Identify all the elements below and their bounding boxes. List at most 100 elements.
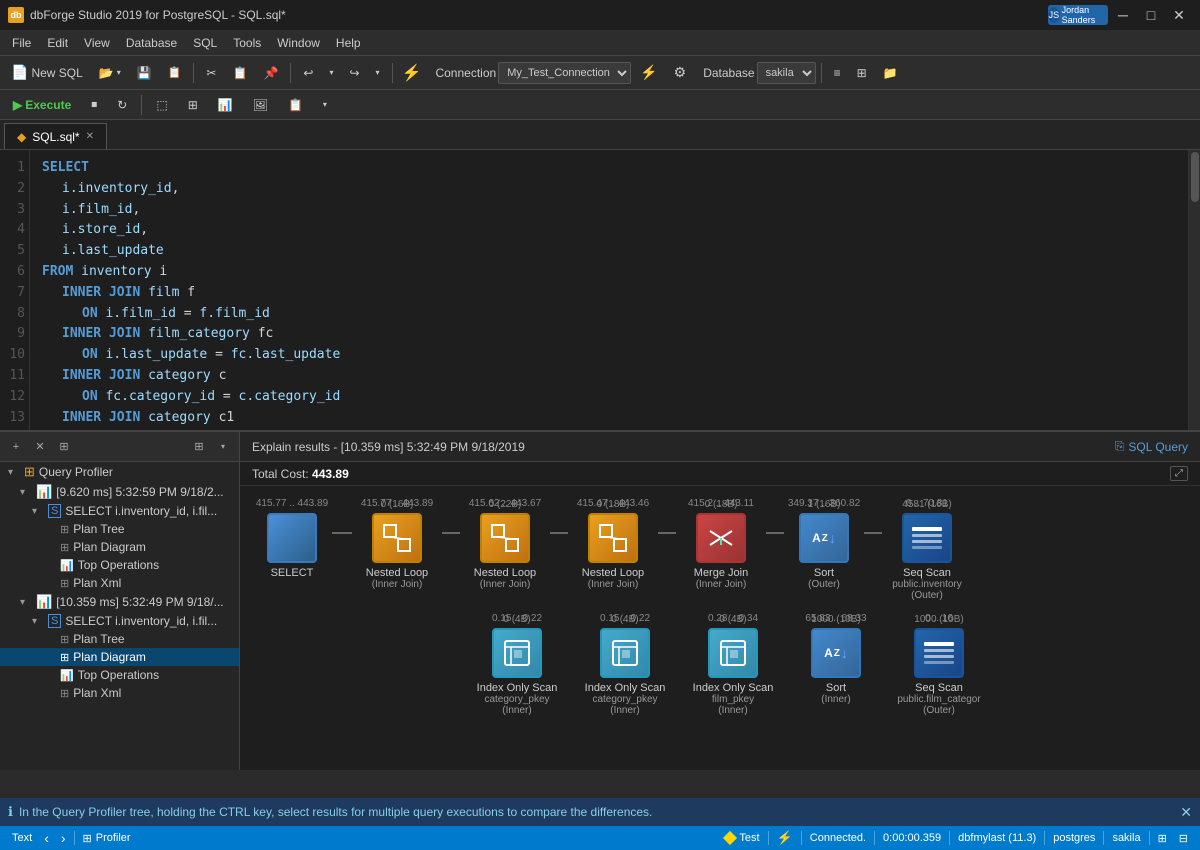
cut-button[interactable]: ✂: [199, 60, 223, 86]
exec-extra-5[interactable]: 📋: [279, 93, 312, 117]
toolbar-extra-1[interactable]: ≡: [827, 60, 848, 86]
tree-item-run1[interactable]: ▾ 📊 [9.620 ms] 5:32:59 PM 9/18/2...: [0, 482, 239, 502]
status-dbfmylast[interactable]: dbfmylast (11.3): [954, 832, 1040, 844]
tab-close-button[interactable]: ✕: [86, 131, 94, 142]
panel-grid-button[interactable]: ⊞: [189, 437, 209, 457]
status-connection-icon[interactable]: ⚡: [773, 830, 797, 846]
new-sql-button[interactable]: 📄 New SQL: [4, 60, 90, 86]
panel-add-button[interactable]: +: [6, 437, 26, 457]
select-icon: S: [48, 504, 61, 518]
tree-arrow-run2: ▾: [20, 597, 32, 608]
h-line-1: [332, 532, 352, 534]
refresh-button[interactable]: ↻: [108, 93, 136, 117]
tab-label: SQL.sql*: [32, 130, 79, 144]
status-test[interactable]: Test: [721, 832, 763, 844]
status-time[interactable]: 0:00:00.359: [879, 832, 945, 844]
maximize-button[interactable]: □: [1138, 5, 1164, 25]
status-arrow-right[interactable]: ›: [57, 830, 70, 846]
toolbar-extra-2[interactable]: ⊞: [850, 60, 874, 86]
stop-button[interactable]: ⏹: [82, 93, 106, 117]
code-content[interactable]: SELECT i.inventory_id, i.film_id, i.stor…: [30, 150, 1200, 430]
menu-window[interactable]: Window: [269, 30, 328, 55]
status-view-toggle-2[interactable]: ⊟: [1175, 832, 1192, 845]
tree-item-run2-select[interactable]: ▾ S SELECT i.inventory_id, i.fil...: [0, 612, 239, 630]
execute-button[interactable]: ▶ Execute: [4, 93, 80, 117]
open-button[interactable]: 📂 ▾: [92, 60, 128, 86]
node-nested2: 415.62 .. 443.67 0 (22B) Nested Loop (I: [460, 498, 550, 590]
expand-diagram-button[interactable]: ⤢: [1170, 466, 1188, 481]
merge-sublabel: (Inner Join): [696, 579, 747, 590]
save-button[interactable]: 💾: [130, 60, 159, 86]
seqscan2-label: Seq Scan: [915, 682, 963, 694]
status-postgres[interactable]: postgres: [1049, 832, 1099, 844]
tab-sql-sql[interactable]: ◆ SQL.sql* ✕: [4, 123, 107, 149]
node-seqscan1: 0 .. 70.81 4581 (16B) Seq Scan: [882, 498, 972, 601]
table-icon-2: [920, 638, 958, 668]
tree-label-run1-topops: Top Operations: [78, 558, 159, 572]
status-text-btn[interactable]: Text: [8, 832, 36, 844]
connected-label: Connected.: [810, 832, 866, 844]
redo-arrow[interactable]: ▾: [369, 60, 387, 86]
connection-settings[interactable]: ⚙: [667, 60, 694, 86]
undo-button[interactable]: ↩: [296, 60, 320, 86]
editor-scrollbar-thumb[interactable]: [1191, 152, 1199, 202]
menu-help[interactable]: Help: [328, 30, 369, 55]
tree-item-run2-plantree[interactable]: ▸ ⊞ Plan Tree: [0, 630, 239, 648]
database-selector[interactable]: sakila: [757, 62, 816, 84]
nested2-sublabel: (Inner Join): [480, 579, 531, 590]
tree-label-run2-select: SELECT i.inventory_id, i.fil...: [65, 614, 217, 628]
panel-remove-button[interactable]: ✕: [30, 437, 50, 457]
sort2-sublabel: (Inner): [821, 694, 850, 705]
status-sakila[interactable]: sakila: [1108, 832, 1144, 844]
paste-button[interactable]: 📌: [256, 60, 285, 86]
tree-item-profiler-root[interactable]: ▾ ⊞ Query Profiler: [0, 462, 239, 482]
menu-view[interactable]: View: [76, 30, 118, 55]
exec-extra-2[interactable]: ⊞: [179, 93, 207, 117]
tree-item-run1-diagram[interactable]: ▸ ⊞ Plan Diagram: [0, 538, 239, 556]
connection-action[interactable]: ⚡: [633, 60, 664, 86]
tree-item-run2-diagram[interactable]: ▸ ⊞ Plan Diagram: [0, 648, 239, 666]
toolbar-extra-3[interactable]: 📁: [876, 60, 905, 86]
tree-item-run2-xml[interactable]: ▸ ⊞ Plan Xml: [0, 684, 239, 702]
node-indexscan2: 0.15 .. 0.22 0 (4B) Index Only S: [580, 613, 670, 716]
plan-diagram[interactable]: 415.77 .. 443.89 SELECT: [240, 486, 1200, 764]
menu-sql[interactable]: SQL: [185, 30, 225, 55]
status-connected[interactable]: Connected.: [806, 832, 870, 844]
connection-selector[interactable]: My_Test_Connection: [498, 62, 631, 84]
redo-button[interactable]: ↪: [342, 60, 366, 86]
tree-item-run1-plantree[interactable]: ▸ ⊞ Plan Tree: [0, 520, 239, 538]
menu-tools[interactable]: Tools: [225, 30, 269, 55]
toolbar-separator-2: [290, 63, 291, 83]
sql-query-button[interactable]: ⎘ SQL Query: [1115, 439, 1188, 454]
indexscan3-sublabel2: (Inner): [718, 705, 747, 716]
menu-file[interactable]: File: [4, 30, 39, 55]
tree-item-run1-xml[interactable]: ▸ ⊞ Plan Xml: [0, 574, 239, 592]
editor-scrollbar[interactable]: [1188, 150, 1200, 430]
code-line-6: FROM inventory i: [42, 262, 1188, 283]
tree-item-run2[interactable]: ▾ 📊 [10.359 ms] 5:32:49 PM 9/18/...: [0, 592, 239, 612]
tree-item-run1-select[interactable]: ▾ S SELECT i.inventory_id, i.fil...: [0, 502, 239, 520]
status-view-toggle-1[interactable]: ⊞: [1154, 832, 1171, 845]
tree-item-run1-topops[interactable]: ▸ 📊 Top Operations: [0, 556, 239, 574]
exec-extra-1[interactable]: ⬚: [147, 93, 176, 117]
exec-extra-arrow[interactable]: ▾: [314, 93, 336, 117]
tab-icon: ◆: [17, 130, 26, 144]
minimize-button[interactable]: ─: [1110, 5, 1136, 25]
save-all-button[interactable]: 📋: [161, 60, 189, 86]
status-arrow-left[interactable]: ‹: [40, 830, 53, 846]
menu-database[interactable]: Database: [118, 30, 185, 55]
sort-z: Z: [822, 533, 828, 544]
menu-edit[interactable]: Edit: [39, 30, 76, 55]
tree-item-run2-topops[interactable]: ▸ 📊 Top Operations: [0, 666, 239, 684]
copy-button[interactable]: 📋: [225, 60, 254, 86]
close-button[interactable]: ✕: [1166, 5, 1192, 25]
info-close-button[interactable]: ✕: [1180, 804, 1192, 821]
panel-expand-button[interactable]: ⊞: [54, 437, 74, 457]
right-panel: Explain results - [10.359 ms] 5:32:49 PM…: [240, 432, 1200, 770]
exec-extra-3[interactable]: 📊: [209, 93, 242, 117]
h-line-5: [766, 532, 784, 534]
exec-extra-4[interactable]: 🖼: [244, 93, 277, 117]
status-profiler-btn[interactable]: ⊞ Profiler: [79, 832, 135, 845]
undo-arrow[interactable]: ▾: [322, 60, 340, 86]
panel-grid-arrow[interactable]: ▾: [213, 437, 233, 457]
